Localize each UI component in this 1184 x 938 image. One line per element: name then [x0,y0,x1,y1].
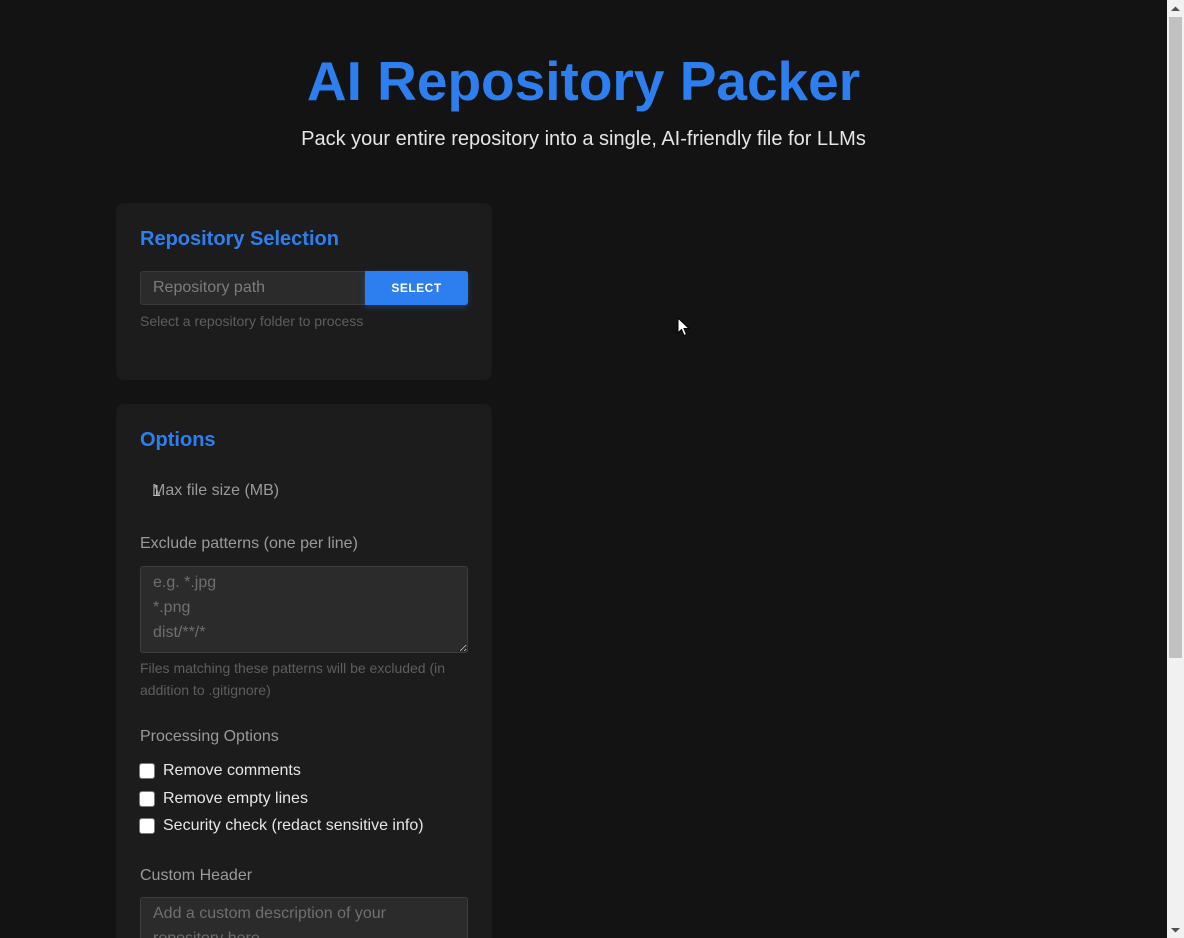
remove-comments-label: Remove comments [163,762,301,779]
security-check-label: Security check (redact sensitive info) [163,817,424,834]
scrollbar-thumb[interactable] [1169,17,1182,658]
exclude-patterns-helper: Files matching these patterns will be ex… [140,660,446,698]
exclude-patterns-label: Exclude patterns (one per line) [140,535,358,552]
vertical-scrollbar[interactable] [1167,0,1184,938]
repository-selection-card: Repository Selection SELECT Select a rep… [116,203,492,380]
scroll-down-arrow-icon[interactable] [1167,921,1184,938]
mouse-cursor-icon [677,317,691,337]
security-check-option[interactable]: Security check (redact sensitive info) [139,816,424,836]
options-title: Options [140,429,216,451]
max-file-size-label: Max file size (MB) [152,482,280,499]
options-card: Options 1 Max file size (MB) Exclude pat… [116,404,492,938]
repository-helper-text: Select a repository folder to process [140,313,364,329]
remove-comments-option[interactable]: Remove comments [139,761,301,781]
remove-empty-lines-checkbox[interactable] [139,791,155,807]
remove-comments-checkbox[interactable] [139,763,155,779]
security-check-checkbox[interactable] [139,818,155,834]
select-repository-button[interactable]: SELECT [365,271,468,305]
remove-empty-lines-option[interactable]: Remove empty lines [139,789,308,809]
remove-empty-lines-label: Remove empty lines [163,790,308,807]
exclude-patterns-textarea[interactable] [140,566,468,653]
repository-selection-title: Repository Selection [140,228,339,250]
repository-path-input[interactable] [140,271,366,305]
processing-options-label: Processing Options [140,728,279,745]
custom-header-textarea[interactable] [140,897,468,938]
page-title: AI Repository Packer [306,50,861,112]
page-subtitle: Pack your entire repository into a singl… [301,128,866,150]
app-viewport: AI Repository Packer Pack your entire re… [0,0,1167,938]
scroll-up-arrow-icon[interactable] [1167,0,1184,17]
custom-header-label: Custom Header [140,867,253,884]
